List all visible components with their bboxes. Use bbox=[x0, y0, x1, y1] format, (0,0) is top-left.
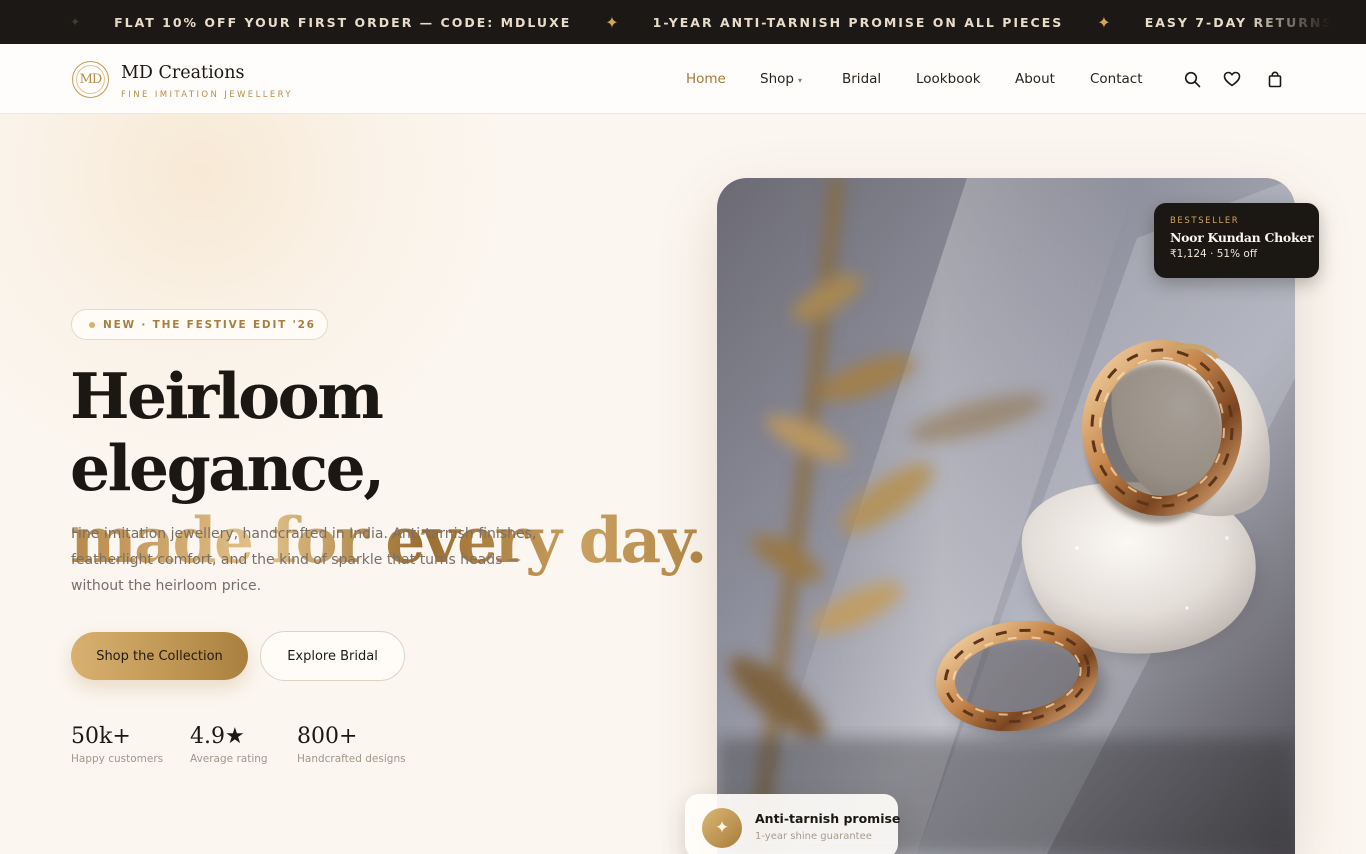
nav-label: About bbox=[1015, 71, 1055, 87]
nav-label: Bridal bbox=[842, 71, 882, 87]
bag-icon[interactable] bbox=[1266, 70, 1284, 88]
logo-mark[interactable]: MD bbox=[72, 61, 109, 98]
nav-home[interactable]: Home bbox=[686, 71, 726, 87]
nav-about[interactable]: About bbox=[1015, 71, 1055, 87]
pill-text: NEW · THE FESTIVE EDIT '26 bbox=[103, 318, 316, 331]
nav-label: Home bbox=[686, 71, 726, 87]
stat-value: 800+ bbox=[297, 724, 358, 749]
headline-line-1: Heirloom elegance, bbox=[70, 359, 385, 505]
pill-dot-icon bbox=[89, 321, 95, 328]
site-header: MD MD Creations FINE IMITATION JEWELLERY… bbox=[0, 44, 1366, 114]
promise-title: Anti-tarnish promise bbox=[755, 811, 901, 826]
sparkle-icon: ✦ bbox=[702, 808, 742, 848]
nav-label: Shop bbox=[760, 71, 794, 87]
chevron-down-icon: ▾ bbox=[797, 76, 802, 85]
brand-name[interactable]: MD Creations bbox=[121, 63, 244, 83]
sparkle-icon: ✦ bbox=[605, 12, 619, 32]
stat-label: Happy customers bbox=[71, 753, 164, 765]
stat-label: Handcrafted designs bbox=[297, 753, 406, 765]
nav-label: Contact bbox=[1090, 71, 1143, 87]
product-name: Noor Kundan Choker bbox=[1170, 230, 1314, 245]
announcement-message: FLAT 10% OFF YOUR FIRST ORDER — CODE: MD… bbox=[114, 14, 572, 30]
announcement-fade-right bbox=[1246, 0, 1366, 44]
nav-shop[interactable]: Shop ▾ bbox=[760, 71, 802, 87]
announcement-message: 1-YEAR ANTI-TARNISH PROMISE ON ALL PIECE… bbox=[652, 14, 1064, 30]
stat-designs: 800+ Handcrafted designs bbox=[297, 724, 406, 765]
announcement-bar: ✦ FLAT 10% OFF YOUR FIRST ORDER — CODE: … bbox=[0, 0, 1366, 44]
stat-customers: 50k+ Happy customers bbox=[71, 724, 163, 765]
stat-rating: 4.9★ Average rating bbox=[190, 724, 268, 765]
stat-label: Average rating bbox=[190, 753, 268, 765]
promise-subtitle: 1-year shine guarantee bbox=[755, 831, 872, 842]
shop-collection-button[interactable]: Shop the Collection bbox=[71, 632, 248, 680]
bestseller-kicker: BESTSELLER bbox=[1170, 216, 1240, 226]
heart-icon[interactable] bbox=[1223, 70, 1241, 88]
nav-lookbook[interactable]: Lookbook bbox=[916, 71, 981, 87]
stat-value: 4.9★ bbox=[190, 724, 245, 749]
nav-contact[interactable]: Contact bbox=[1090, 71, 1143, 87]
nav-label: Lookbook bbox=[916, 71, 981, 87]
festive-edit-pill[interactable]: NEW · THE FESTIVE EDIT '26 bbox=[71, 309, 328, 340]
explore-bridal-button[interactable]: Explore Bridal bbox=[260, 631, 405, 681]
hero-product-image bbox=[717, 178, 1295, 854]
product-price: ₹1,124 · 51% off bbox=[1170, 248, 1258, 260]
sparkle-icon: ✦ bbox=[1097, 12, 1111, 32]
brand-tagline: FINE IMITATION JEWELLERY bbox=[121, 90, 293, 100]
hero-description: Fine imitation jewellery, handcrafted in… bbox=[71, 526, 537, 594]
anti-tarnish-card: ✦ Anti-tarnish promise 1-year shine guar… bbox=[685, 794, 901, 854]
nav-bridal[interactable]: Bridal bbox=[842, 71, 881, 87]
announcement-fade-left bbox=[0, 0, 120, 44]
search-icon[interactable] bbox=[1183, 70, 1201, 88]
stat-value: 50k+ bbox=[71, 724, 131, 749]
bestseller-card[interactable]: BESTSELLER Noor Kundan Choker ₹1,124 · 5… bbox=[1154, 203, 1319, 278]
